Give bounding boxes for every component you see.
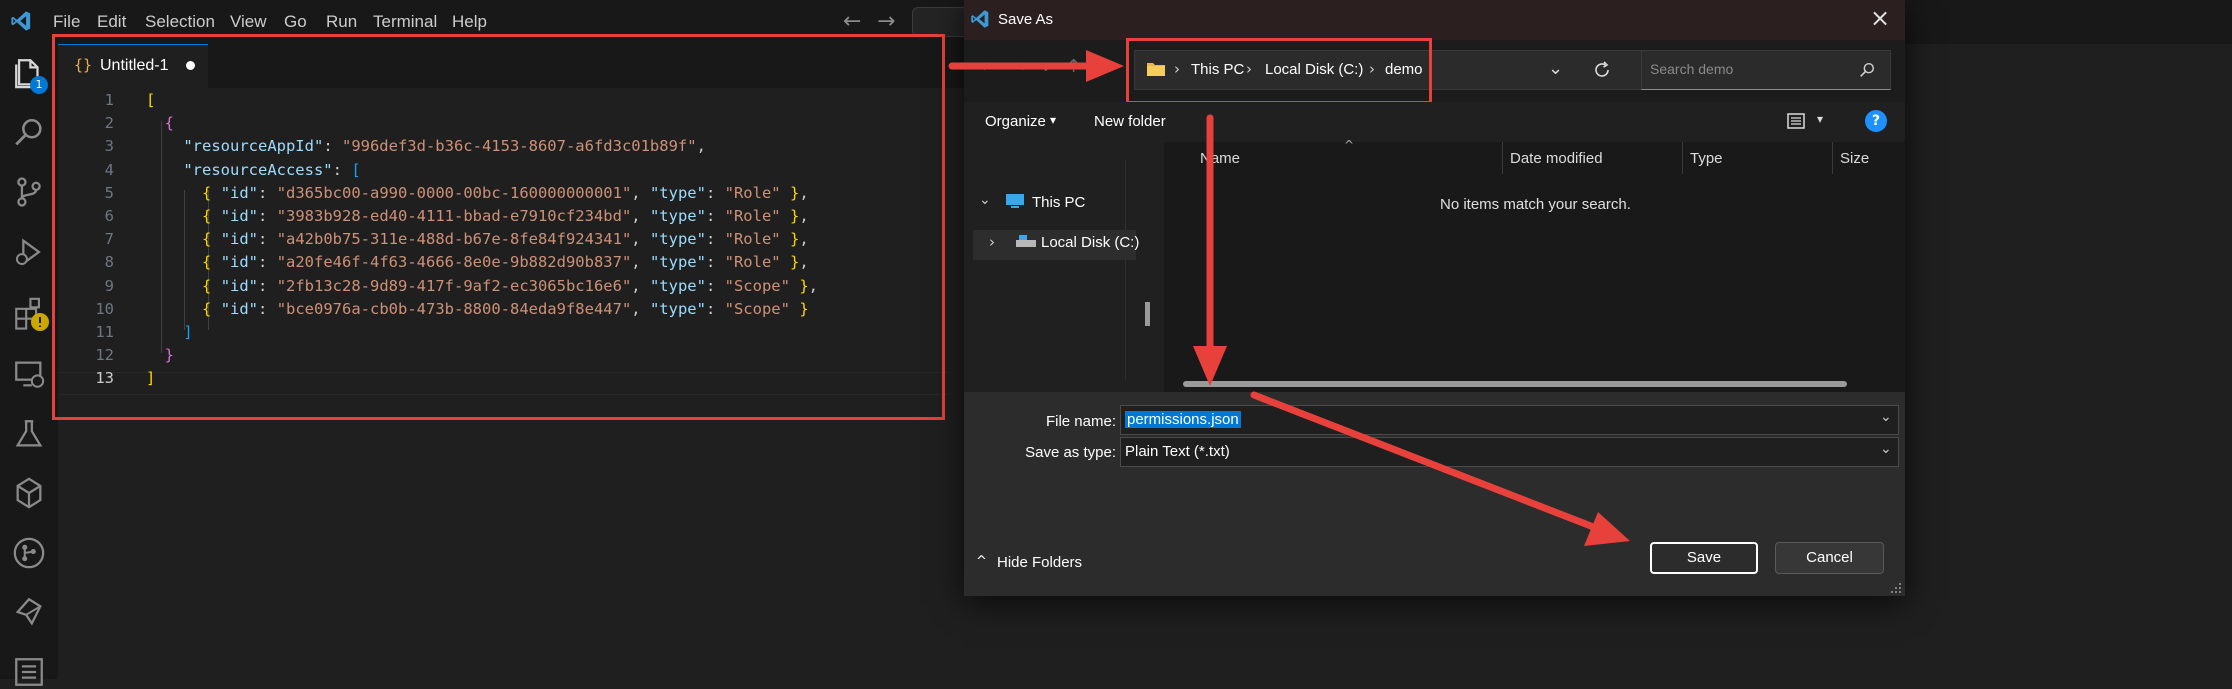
forward-arrow-icon[interactable]: → — [1012, 56, 1027, 77]
chevron-down-icon[interactable]: ⌄ — [1880, 441, 1892, 457]
address-highlight-box — [1126, 38, 1432, 104]
dialog-title-bar — [964, 0, 1905, 40]
pane-divider — [1125, 160, 1126, 380]
close-icon[interactable]: × — [1870, 4, 1890, 32]
horizontal-scrollbar[interactable] — [1183, 381, 1847, 387]
menu-file[interactable]: File — [53, 12, 80, 32]
tree-item-local-disk[interactable]: Local Disk (C:) — [1041, 234, 1139, 251]
editor-highlight-box — [52, 34, 945, 420]
resize-grip-icon[interactable] — [1888, 580, 1902, 594]
menu-selection[interactable]: Selection — [145, 12, 215, 32]
chevron-up-icon[interactable]: ^ — [976, 554, 987, 569]
cancel-button[interactable]: Cancel — [1775, 542, 1884, 574]
refresh-icon[interactable] — [1592, 60, 1612, 80]
menu-run[interactable]: Run — [326, 12, 357, 32]
column-date-modified[interactable]: Date modified — [1510, 150, 1603, 167]
recent-chevron-icon[interactable]: ⌄ — [1040, 59, 1052, 75]
up-arrow-icon[interactable]: ↑ — [1066, 56, 1081, 77]
view-options-icon[interactable] — [1786, 111, 1808, 131]
run-debug-icon[interactable] — [12, 235, 46, 269]
warning-icon — [31, 313, 49, 331]
explorer-badge: 1 — [30, 76, 48, 94]
column-name[interactable]: Name — [1200, 150, 1240, 167]
azure-icon[interactable] — [12, 476, 46, 510]
column-separator[interactable] — [1832, 142, 1833, 174]
menu-go[interactable]: Go — [284, 12, 307, 32]
file-name-label: File name: — [1045, 413, 1116, 430]
back-arrow-icon[interactable]: ← — [843, 9, 861, 34]
deploy-icon[interactable] — [12, 595, 46, 629]
organize-chevron-icon: ▾ — [1050, 113, 1057, 127]
file-name-field[interactable]: permissions.json — [1120, 405, 1899, 435]
command-center[interactable] — [912, 7, 972, 37]
file-list — [1164, 142, 1905, 392]
chevron-down-icon[interactable]: ⌄ — [1548, 58, 1563, 79]
sort-chevron-icon: ^ — [1344, 138, 1355, 152]
list-icon[interactable] — [12, 655, 46, 689]
back-arrow-icon[interactable]: ← — [980, 56, 995, 77]
disk-drive-icon — [1016, 235, 1036, 247]
save-type-label: Save as type: — [1025, 444, 1116, 461]
organize-button[interactable]: Organize — [985, 113, 1046, 130]
column-separator[interactable] — [1682, 142, 1683, 174]
vscode-logo-icon — [971, 10, 989, 28]
remote-explorer-icon[interactable] — [12, 357, 46, 391]
computer-icon — [1006, 194, 1024, 208]
expand-chevron-icon[interactable]: ⌄ — [979, 192, 991, 208]
source-control-icon[interactable] — [12, 175, 46, 209]
new-folder-button[interactable]: New folder — [1094, 113, 1166, 130]
column-type[interactable]: Type — [1690, 150, 1723, 167]
navpane-scrollbar[interactable] — [1145, 302, 1150, 326]
expand-chevron-icon[interactable]: › — [989, 233, 995, 251]
chevron-down-icon[interactable]: ⌄ — [1880, 409, 1892, 425]
search-icon[interactable] — [12, 116, 46, 150]
tree-item-this-pc[interactable]: This PC — [1032, 194, 1085, 211]
menu-terminal[interactable]: Terminal — [373, 12, 437, 32]
save-button[interactable]: Save — [1650, 542, 1758, 574]
forward-arrow-icon[interactable]: → — [877, 9, 895, 34]
column-size[interactable]: Size — [1840, 150, 1869, 167]
vscode-logo-icon — [11, 11, 31, 31]
menu-edit[interactable]: Edit — [97, 12, 126, 32]
save-type-select[interactable]: Plain Text (*.txt) — [1120, 437, 1899, 467]
menu-view[interactable]: View — [230, 12, 267, 32]
column-separator[interactable] — [1502, 142, 1503, 174]
view-chevron-icon[interactable]: ▾ — [1817, 112, 1823, 126]
git-graph-icon[interactable] — [12, 536, 46, 570]
search-placeholder: Search demo — [1650, 61, 1734, 77]
menu-help[interactable]: Help — [452, 12, 487, 32]
navigation-pane — [964, 142, 1139, 392]
dialog-title: Save As — [998, 11, 1054, 28]
empty-message: No items match your search. — [1440, 196, 1631, 213]
hide-folders-button[interactable]: Hide Folders — [997, 554, 1082, 571]
testing-icon[interactable] — [12, 417, 46, 451]
search-icon[interactable] — [1858, 61, 1876, 79]
file-name-value: permissions.json — [1125, 411, 1241, 428]
help-icon[interactable]: ? — [1865, 110, 1887, 132]
